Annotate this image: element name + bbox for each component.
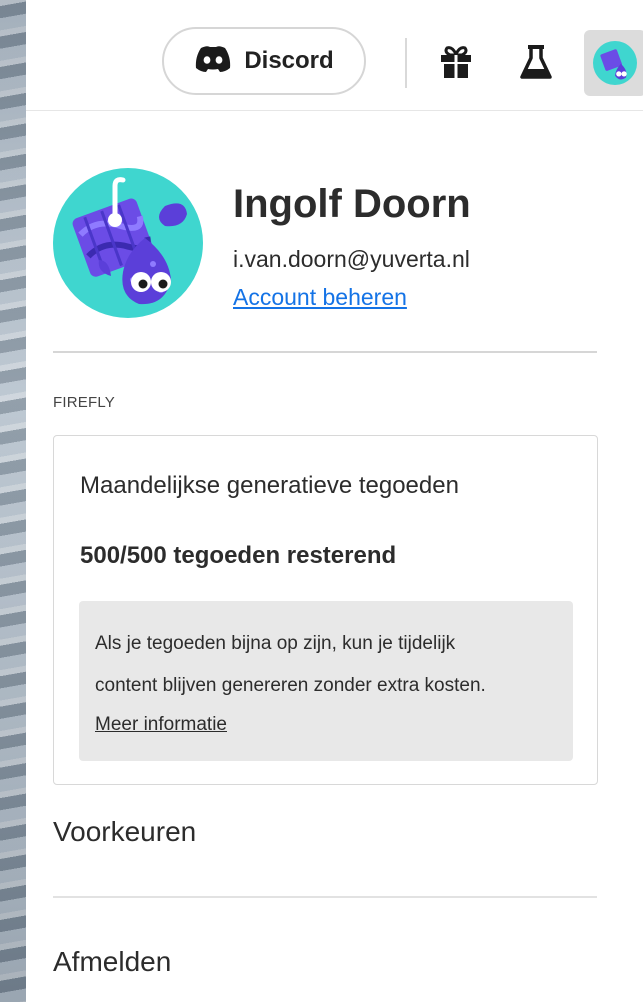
- profile-name: Ingolf Doorn: [233, 182, 471, 226]
- flask-icon[interactable]: [514, 40, 558, 84]
- discord-icon: [194, 45, 232, 78]
- avatar[interactable]: [584, 30, 643, 96]
- account-panel: Discord Ingolf Doorn i.van.doorn@yuverta…: [26, 0, 643, 1002]
- toolbar-divider: [405, 38, 407, 88]
- discord-label: Discord: [244, 47, 334, 74]
- info-line-2: content blijven genereren zonder extra k…: [95, 675, 486, 696]
- profile-section: Ingolf Doorn i.van.doorn@yuverta.nl Acco…: [53, 168, 613, 318]
- gift-icon[interactable]: [434, 40, 478, 84]
- info-line-1: Als je tegoeden bijna op zijn, kun je ti…: [95, 633, 456, 654]
- discord-button[interactable]: Discord: [162, 27, 366, 95]
- profile-avatar: [53, 168, 203, 318]
- top-bar: Discord: [26, 0, 643, 111]
- section-label-firefly: FIREFLY: [53, 394, 115, 411]
- sign-out-menu-item[interactable]: Afmelden: [53, 946, 171, 978]
- manage-account-link[interactable]: Account beheren: [233, 284, 407, 311]
- more-info-link[interactable]: Meer informatie: [95, 707, 227, 743]
- credits-remaining: 500/500 tegoeden resterend: [80, 542, 397, 569]
- credits-title: Maandelijkse generatieve tegoeden: [80, 472, 459, 499]
- divider: [53, 896, 597, 898]
- divider: [53, 351, 597, 353]
- credits-card: Maandelijkse generatieve tegoeden 500/50…: [53, 435, 598, 785]
- profile-email: i.van.doorn@yuverta.nl: [233, 246, 470, 272]
- background-window: [0, 0, 26, 1002]
- credits-info-box: Als je tegoeden bijna op zijn, kun je ti…: [79, 601, 573, 761]
- preferences-menu-item[interactable]: Voorkeuren: [53, 816, 196, 848]
